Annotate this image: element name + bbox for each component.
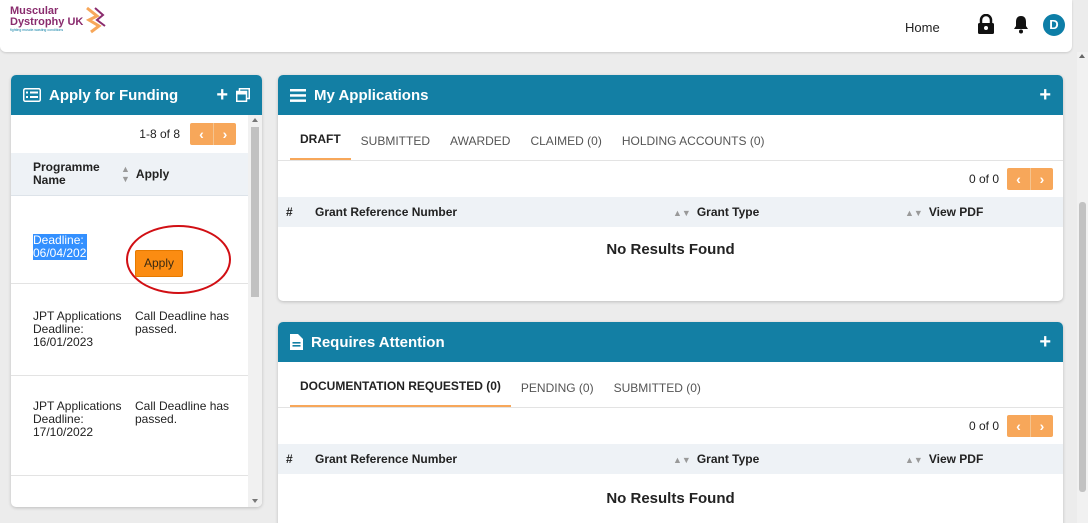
next-page-icon[interactable]: › [1030,168,1053,190]
programme-row: JPT Applications Deadline: 16/01/2023 Ca… [11,284,248,376]
tab-pending[interactable]: PENDING (0) [511,381,604,407]
empty-results-message: No Results Found [606,490,735,507]
column-view-pdf[interactable]: ▲▼ View PDF [905,452,983,466]
column-grant-type[interactable]: ▲▼ Grant Type [673,452,905,466]
programme-name-text: Deadline: 06/04/2023 [33,233,94,260]
apply-for-funding-panel: Apply for Funding + 1-8 of 8 ‹ › Program… [11,75,262,507]
window-restore-icon[interactable] [236,88,250,102]
previous-page-icon[interactable]: ‹ [1007,168,1030,190]
apply-panel-scrollbar[interactable] [248,115,262,507]
my-applications-tabs: DRAFT SUBMITTED AWARDED CLAIMED (0) HOLD… [278,115,1063,161]
bell-icon[interactable] [1013,14,1029,34]
my-applications-header: My Applications + [278,75,1063,115]
bars-icon [290,88,306,102]
page-scrollbar[interactable] [1077,52,1088,523]
requires-attention-panel: Requires Attention + DOCUMENTATION REQUE… [278,322,1063,523]
logo-mark-icon [86,6,106,34]
column-number: # [286,205,293,219]
applications-pager-count: 0 of 0 [968,172,999,186]
requires-attention-header: Requires Attention + [278,322,1063,362]
apply-pager-count: 1-8 of 8 [139,127,180,141]
applications-pager-buttons: ‹ › [1007,168,1053,190]
attention-pager: 0 of 0 ‹ › [278,408,1063,444]
programme-row: JPT Applications Deadline: 17/10/2022 Ca… [11,376,248,476]
programme-name: JPT Applications Deadline: 16/01/2023 [33,309,122,349]
tab-documentation-requested[interactable]: DOCUMENTATION REQUESTED (0) [290,379,511,407]
scroll-up-arrow-icon[interactable] [1079,54,1085,58]
next-page-icon[interactable]: › [213,123,236,145]
apply-pager: 1-8 of 8 ‹ › [11,115,248,153]
programme-status: Call Deadline has passed. [135,309,230,336]
attention-pager-count: 0 of 0 [968,419,999,433]
applications-table-header: # Grant Reference Number ▲▼ Grant Type ▲▼… [278,197,1063,227]
scroll-down-icon[interactable] [252,499,258,503]
column-view-pdf[interactable]: ▲▼ View PDF [905,205,983,219]
column-grant-reference[interactable]: Grant Reference Number [315,205,673,219]
requires-attention-title: Requires Attention [311,333,445,351]
empty-results-message: No Results Found [606,241,735,258]
applications-pager: 0 of 0 ‹ › [278,161,1063,197]
apply-panel-header: Apply for Funding + [11,75,262,115]
tab-submitted[interactable]: SUBMITTED (0) [604,381,711,407]
apply-panel-body: 1-8 of 8 ‹ › Programme Name ▲ ▼ Apply Dea… [11,115,248,507]
page-scrollbar-thumb[interactable] [1079,202,1086,492]
apply-table-header: Programme Name ▲ ▼ Apply [11,153,248,196]
sort-icon: ▲▼ [905,208,923,218]
logo-tagline: fighting muscle-wasting conditions [10,28,64,32]
apply-column[interactable]: Apply [136,167,169,181]
apply-pager-buttons: ‹ › [190,123,236,145]
user-avatar[interactable]: D [1043,14,1065,36]
apply-panel-title: Apply for Funding [49,86,179,104]
programme-status: Call Deadline has passed. [135,399,230,426]
apply-scrollbar-thumb[interactable] [251,127,259,297]
document-icon [290,334,303,350]
sort-icon: ▲▼ [673,455,691,465]
programme-name-column[interactable]: Programme Name [33,161,121,187]
attention-pager-buttons: ‹ › [1007,415,1053,437]
tab-awarded[interactable]: AWARDED [440,134,520,160]
column-grant-type[interactable]: ▲▼ Grant Type [673,205,905,219]
attention-table-header: # Grant Reference Number ▲▼ Grant Type ▲▼… [278,444,1063,474]
expand-attention-icon[interactable]: + [1039,332,1051,352]
sort-icon[interactable]: ▲ ▼ [121,164,130,184]
logo-line-2: Dystrophy UK [10,16,84,28]
add-icon[interactable]: + [216,85,228,105]
previous-page-icon[interactable]: ‹ [1007,415,1030,437]
previous-page-icon[interactable]: ‹ [190,123,213,145]
my-applications-panel: My Applications + DRAFT SUBMITTED AWARDE… [278,75,1063,301]
next-page-icon[interactable]: › [1030,415,1053,437]
add-application-icon[interactable]: + [1039,85,1051,105]
tab-draft[interactable]: DRAFT [290,132,351,160]
list-icon [23,88,41,102]
column-grant-reference[interactable]: Grant Reference Number [315,452,673,466]
sort-icon: ▲▼ [905,455,923,465]
sort-icon: ▲▼ [673,208,691,218]
annotation-circle [126,225,231,294]
programme-name: Deadline: 06/04/2023 [33,214,135,260]
top-navigation-bar: Muscular Dystrophy UK fighting muscle-wa… [0,0,1072,52]
programme-name: JPT Applications Deadline: 17/10/2022 [33,399,122,439]
my-applications-title: My Applications [314,86,429,104]
brand-logo[interactable]: Muscular Dystrophy UK fighting muscle-wa… [10,6,107,34]
scroll-up-icon[interactable] [252,118,258,122]
column-number: # [286,452,293,466]
tab-submitted[interactable]: SUBMITTED [351,134,440,160]
lock-icon[interactable] [977,14,995,34]
tab-holding-accounts[interactable]: HOLDING ACCOUNTS (0) [612,134,775,160]
home-link[interactable]: Home [905,20,940,35]
requires-attention-tabs: DOCUMENTATION REQUESTED (0) PENDING (0) … [278,362,1063,408]
tab-claimed[interactable]: CLAIMED (0) [520,134,611,160]
